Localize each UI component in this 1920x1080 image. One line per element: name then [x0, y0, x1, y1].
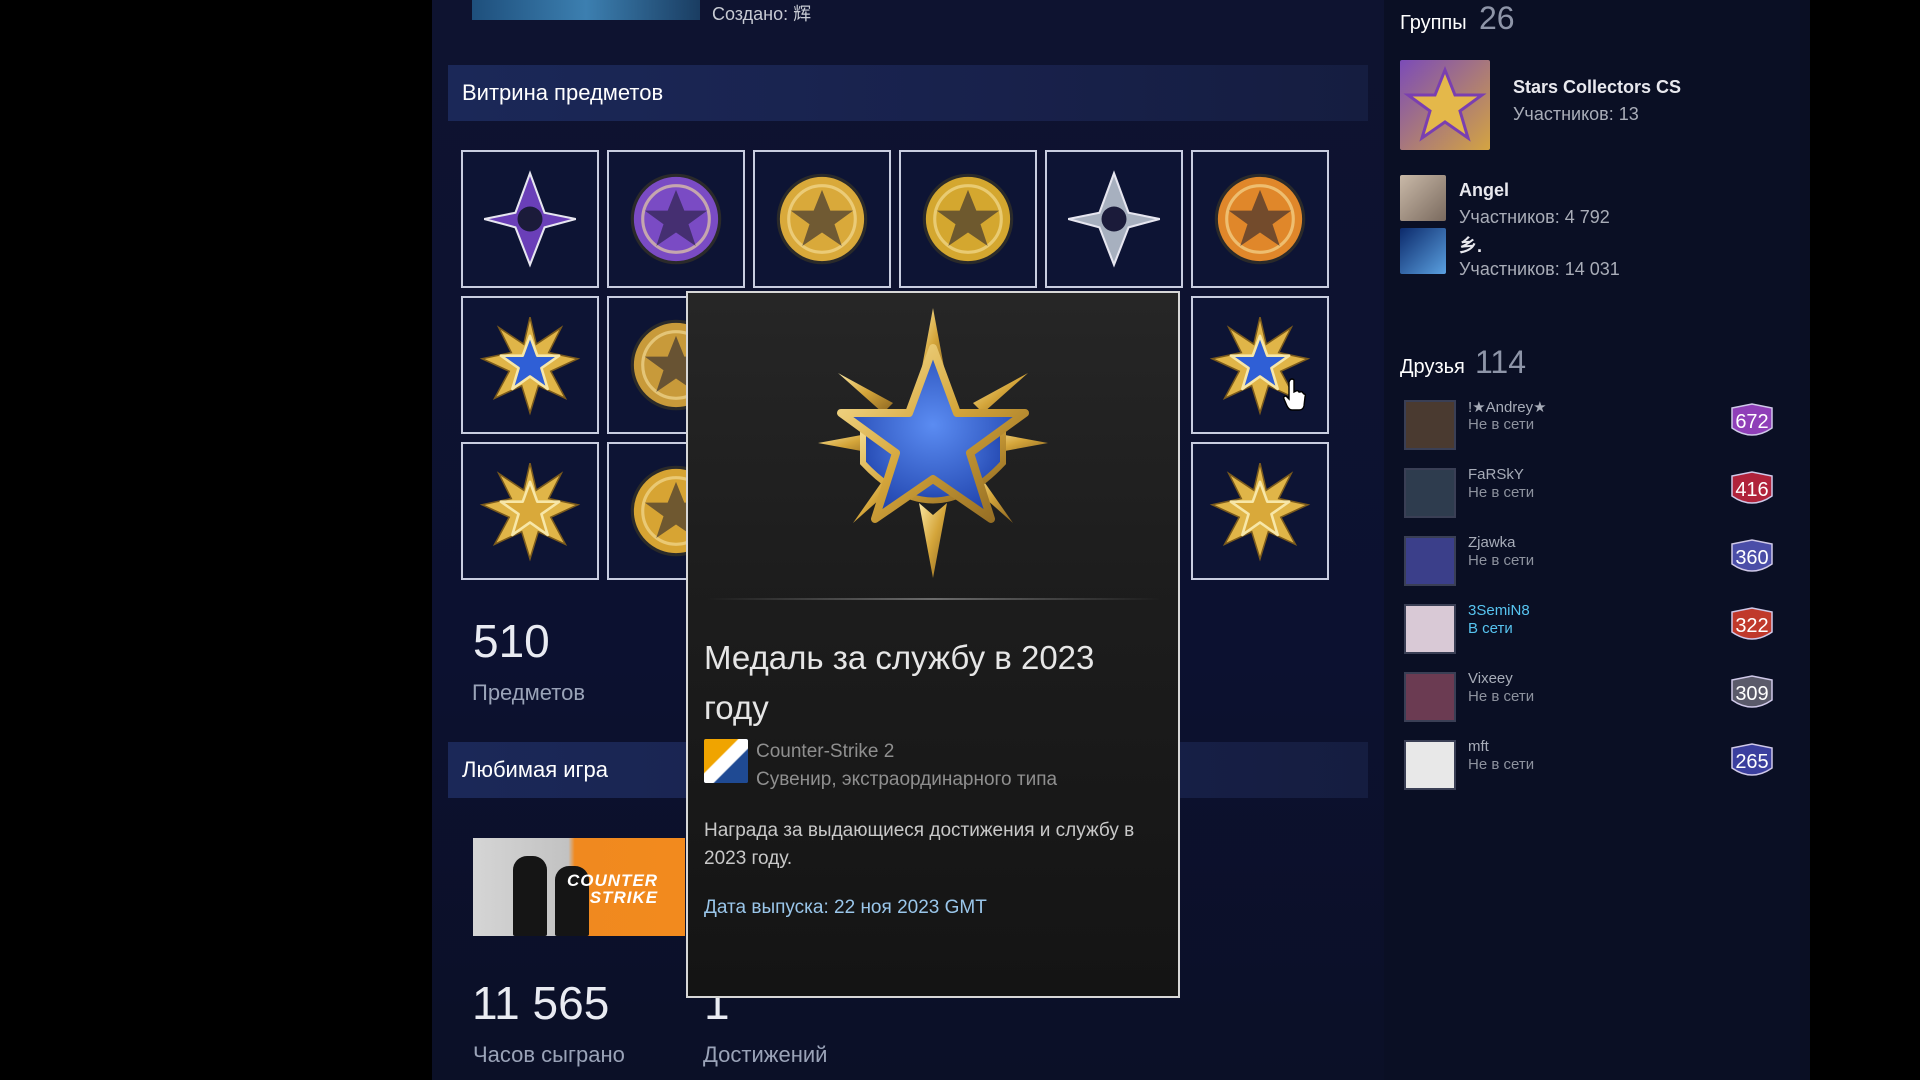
- group-name[interactable]: Stars Collectors CS: [1513, 77, 1681, 98]
- item-showcase-header: Витрина предметов: [448, 65, 1368, 121]
- achievements-label: Достижений: [703, 1042, 828, 1067]
- friend-row[interactable]: mft Не в сети 265: [1404, 738, 1784, 792]
- gold-service-medal-icon: [479, 462, 581, 562]
- gold-service-medal-2-icon: [1209, 462, 1311, 562]
- group-members: Участников: 4 792: [1459, 207, 1610, 227]
- friend-status: Не в сети: [1468, 688, 1535, 705]
- workshop-item-thumbnail[interactable]: [472, 0, 700, 20]
- friend-level-badge: 265: [1728, 742, 1776, 782]
- silver-eagle-emblem-icon: [1067, 170, 1161, 268]
- group-name[interactable]: 乡.: [1459, 232, 1482, 258]
- game-logo-line1: COUNTER: [567, 871, 659, 890]
- hand-cursor-icon: [1283, 378, 1306, 411]
- counter-strike-capsule[interactable]: COUNTER STRIKE: [473, 838, 685, 936]
- friends-count[interactable]: 114: [1475, 344, 1526, 381]
- star-emblem-icon: [1403, 65, 1487, 142]
- friend-avatar[interactable]: [1404, 400, 1456, 450]
- friend-row[interactable]: 3SemiN8 В сети 322: [1404, 602, 1784, 656]
- soldier-figure-1: [513, 856, 547, 936]
- group-avatar-third[interactable]: [1400, 228, 1446, 274]
- tooltip-item-type: Сувенир, экстраординарного типа: [756, 769, 1058, 790]
- friend-avatar[interactable]: [1404, 604, 1456, 654]
- showcase-slot[interactable]: [1191, 296, 1329, 434]
- showcase-slot[interactable]: [753, 150, 891, 288]
- service-medal-2023-icon: [818, 308, 1048, 578]
- friend-level: 265: [1735, 750, 1769, 773]
- friend-name[interactable]: Vixeey: [1468, 670, 1513, 687]
- friend-level-badge: 672: [1728, 402, 1776, 442]
- friend-level: 322: [1735, 614, 1769, 637]
- hours-played-label: Часов сыграно: [473, 1042, 625, 1067]
- friend-level-badge: 360: [1728, 538, 1776, 578]
- showcase-slot[interactable]: [461, 150, 599, 288]
- friend-status: Не в сети: [1468, 756, 1535, 773]
- friend-name[interactable]: !★Andrey★: [1468, 398, 1547, 416]
- friend-name[interactable]: mft: [1468, 738, 1489, 755]
- friend-level: 416: [1735, 478, 1769, 501]
- group-avatar-stars-collectors[interactable]: [1400, 60, 1490, 150]
- showcase-slot[interactable]: [899, 150, 1037, 288]
- item-tooltip: Медаль за службу в 2023 году Counter-Str…: [686, 291, 1180, 998]
- groups-label[interactable]: Группы: [1400, 12, 1467, 35]
- friend-level: 672: [1735, 410, 1769, 433]
- showcase-slot[interactable]: [461, 296, 599, 434]
- showcase-slot[interactable]: [461, 442, 599, 580]
- created-by-label: Создано: 辉: [712, 4, 812, 24]
- favorite-game-title: Любимая игра: [462, 757, 608, 782]
- friend-level-badge: 322: [1728, 606, 1776, 646]
- friend-row[interactable]: Vixeey Не в сети 309: [1404, 670, 1784, 724]
- friend-name[interactable]: Zjawka: [1468, 534, 1516, 551]
- friend-level-badge: 416: [1728, 470, 1776, 510]
- items-count[interactable]: 510: [473, 614, 550, 668]
- hours-played-value: 11 565: [472, 977, 610, 1029]
- counter-strike-2-icon: [704, 739, 748, 783]
- item-showcase-title: Витрина предметов: [462, 80, 664, 105]
- friend-row[interactable]: Zjawka Не в сети 360: [1404, 534, 1784, 588]
- friend-avatar[interactable]: [1404, 740, 1456, 790]
- items-count-label: Предметов: [472, 680, 586, 705]
- group-members: Участников: 14 031: [1459, 259, 1620, 279]
- friend-name[interactable]: FaRSkY: [1468, 466, 1524, 483]
- tooltip-item-title: Медаль за службу в 2023 году: [704, 639, 1095, 726]
- friends-label[interactable]: Друзья: [1400, 356, 1465, 379]
- tooltip-release-date: Дата выпуска: 22 ноя 2023 GMT: [704, 897, 987, 918]
- friend-status: Не в сети: [1468, 484, 1535, 501]
- showcase-slot[interactable]: [1191, 150, 1329, 288]
- group-members: Участников: 13: [1513, 104, 1639, 124]
- steam-profile-page: Создано: 辉 Витрина предметов 510 Предмет…: [0, 0, 1920, 1080]
- friend-status: Не в сети: [1468, 552, 1535, 569]
- orange-star-coin-icon: [1214, 173, 1306, 265]
- friend-avatar[interactable]: [1404, 468, 1456, 518]
- friend-name[interactable]: 3SemiN8: [1468, 602, 1530, 619]
- showcase-slot[interactable]: [1045, 150, 1183, 288]
- friend-row[interactable]: FaRSkY Не в сети 416: [1404, 466, 1784, 520]
- game-logo-line2: STRIKE: [589, 888, 659, 907]
- friend-status: Не в сети: [1468, 416, 1535, 433]
- groups-count[interactable]: 26: [1479, 0, 1515, 37]
- friend-level: 360: [1735, 546, 1769, 569]
- friend-avatar[interactable]: [1404, 536, 1456, 586]
- purple-warrior-emblem-icon: [483, 170, 577, 268]
- tooltip-description: Награда за выдающиеся достижения и служб…: [704, 820, 1135, 869]
- tooltip-separator: [708, 598, 1160, 600]
- group-name[interactable]: Angel: [1459, 180, 1509, 201]
- tooltip-game-name: Counter-Strike 2: [756, 741, 895, 762]
- game-logo: COUNTER STRIKE: [567, 872, 658, 906]
- friend-avatar[interactable]: [1404, 672, 1456, 722]
- friend-level-badge: 309: [1728, 674, 1776, 714]
- showcase-slot[interactable]: [1191, 442, 1329, 580]
- group-avatar-angel[interactable]: [1400, 175, 1446, 221]
- gold-star-coin-icon: [922, 173, 1014, 265]
- gold-leopard-ring-icon: [776, 173, 868, 265]
- friend-level: 309: [1735, 682, 1769, 705]
- friend-row[interactable]: !★Andrey★ Не в сети 672: [1404, 398, 1784, 452]
- purple-star-coin-icon: [630, 173, 722, 265]
- friend-status: В сети: [1468, 620, 1513, 637]
- showcase-slot[interactable]: [607, 150, 745, 288]
- blue-service-medal-icon: [479, 316, 581, 416]
